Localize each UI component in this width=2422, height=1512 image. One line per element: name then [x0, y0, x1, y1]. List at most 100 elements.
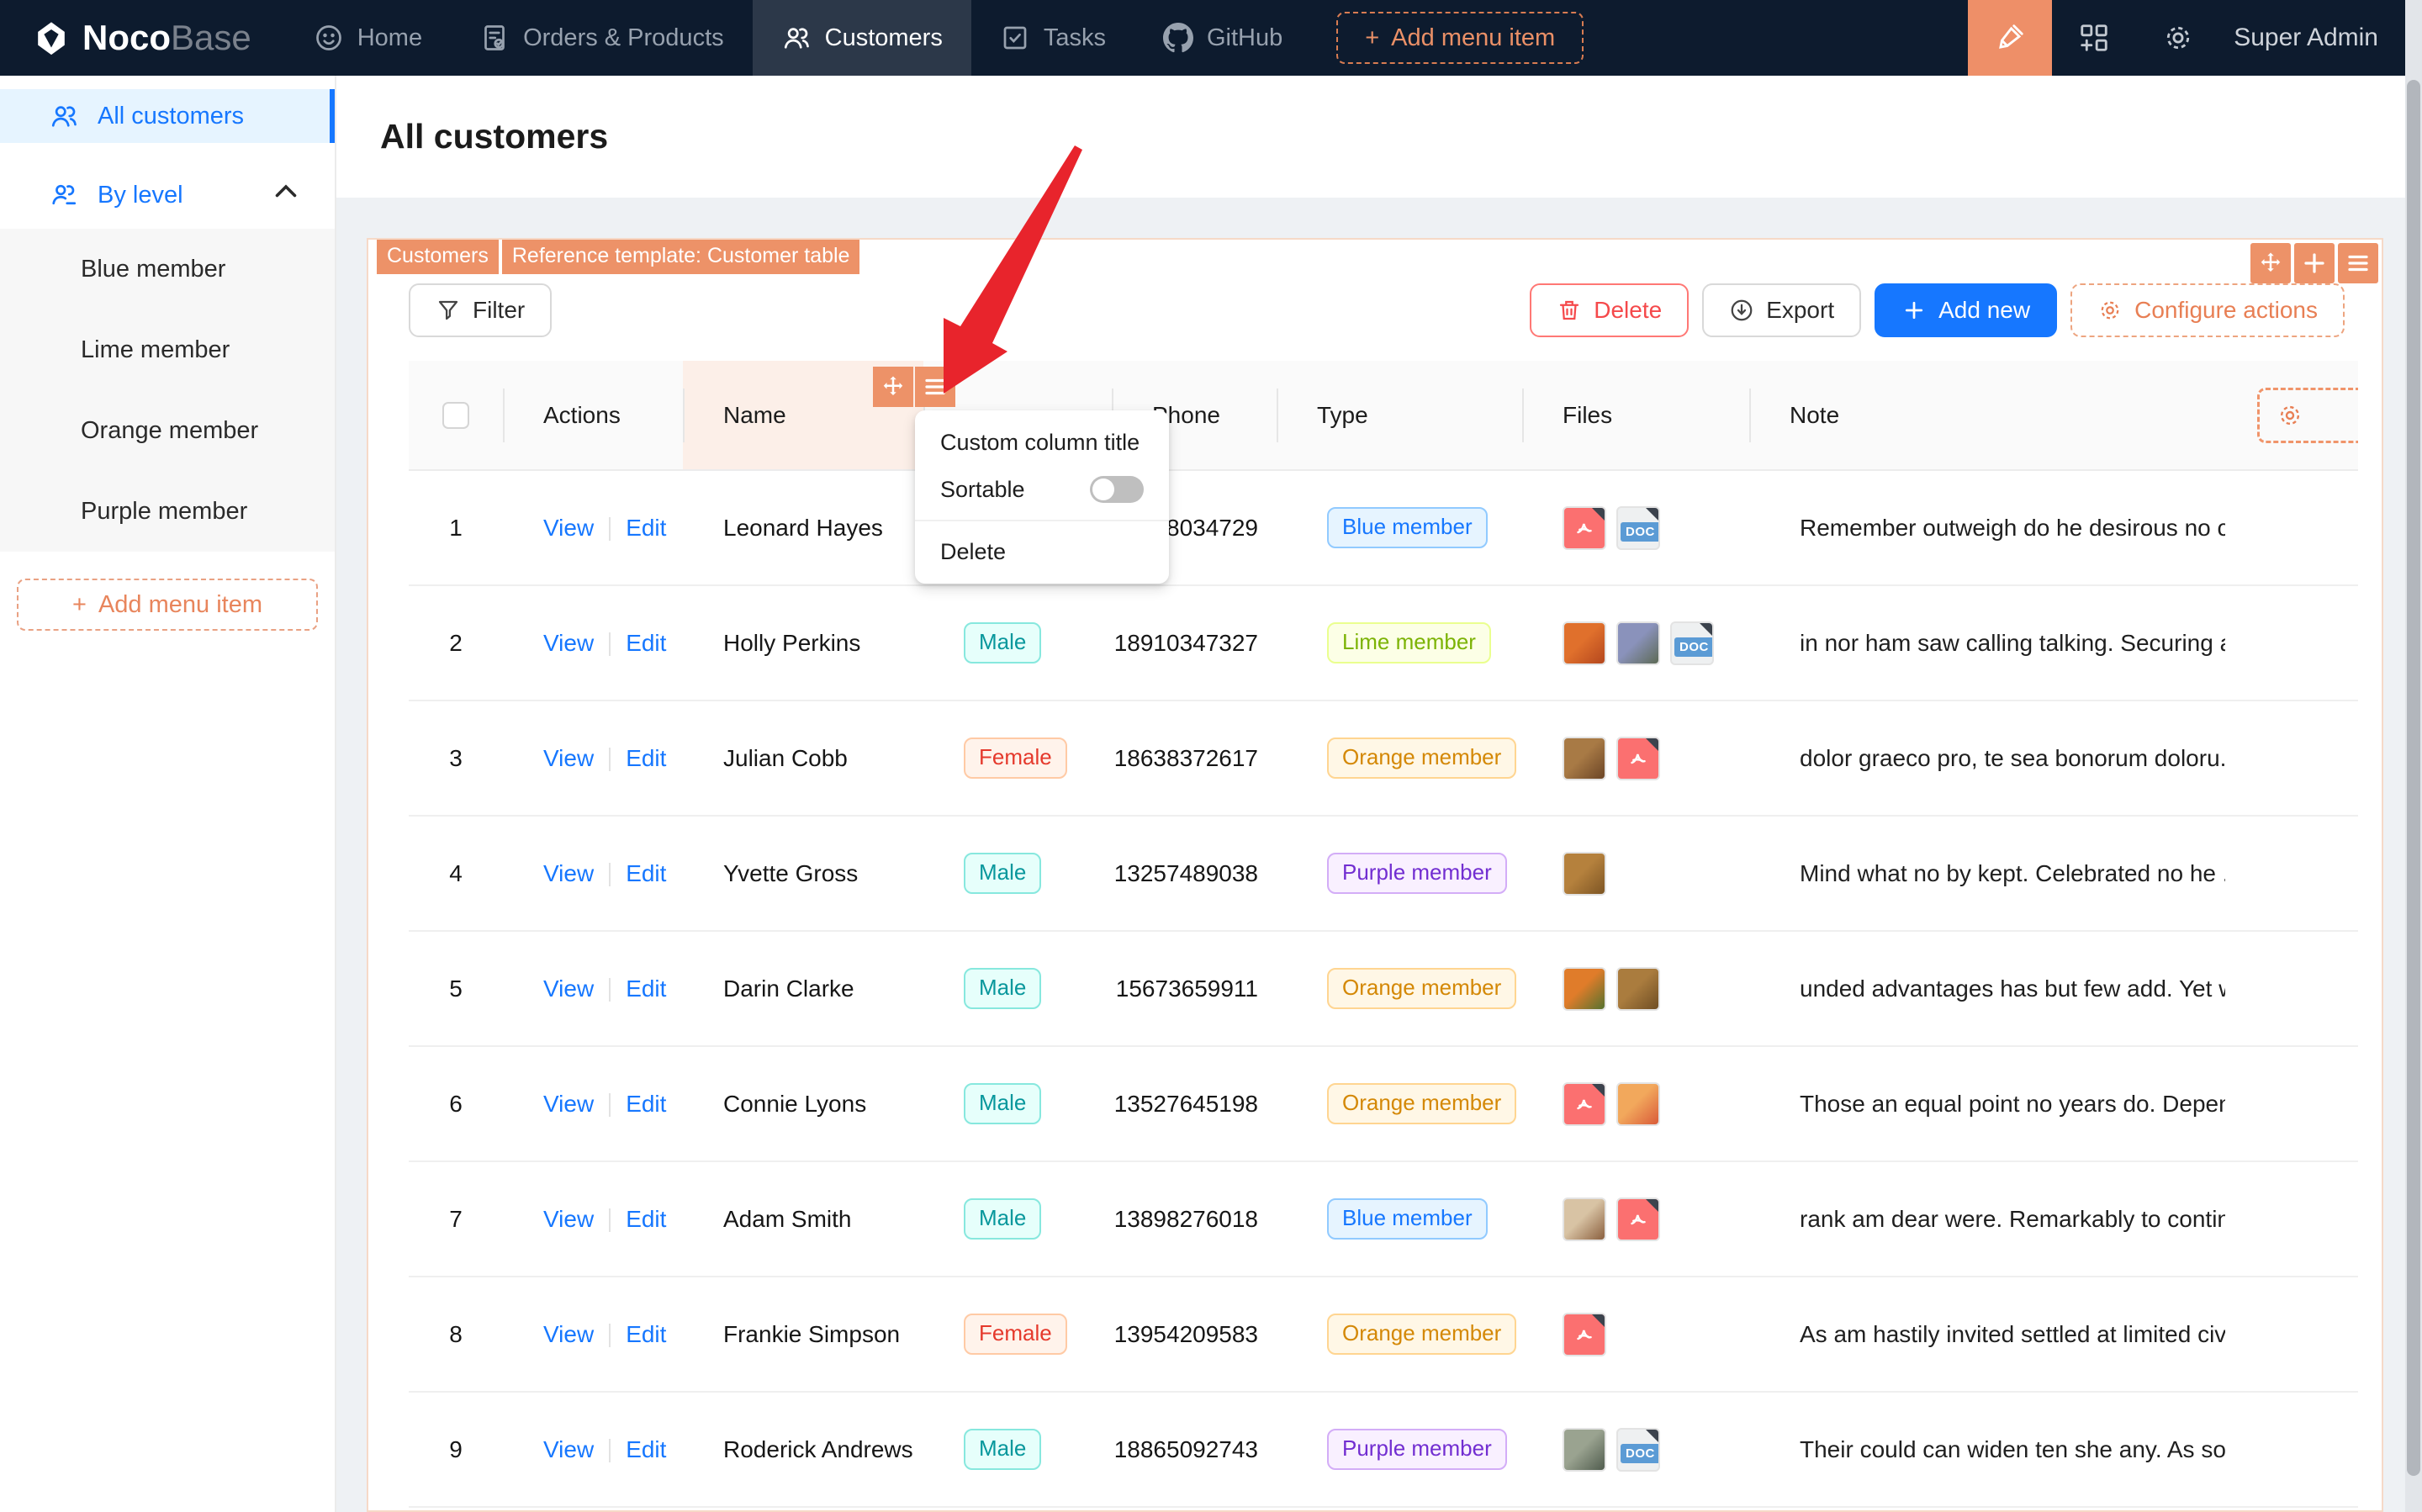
view-link[interactable]: View	[543, 1436, 594, 1462]
pdf-file-icon[interactable]	[1563, 1081, 1606, 1126]
row-index-cell[interactable]: 5	[409, 931, 503, 1047]
edit-link[interactable]: Edit	[626, 745, 666, 771]
view-link[interactable]: View	[543, 745, 594, 771]
add-new-button[interactable]: Add new	[1875, 283, 2058, 337]
pdf-file-icon[interactable]	[1616, 736, 1660, 780]
row-index-cell[interactable]: 7	[409, 1161, 503, 1277]
files-cell: DOC	[1522, 1392, 1749, 1508]
view-link[interactable]: View	[543, 630, 594, 656]
menu-item-sortable[interactable]: Sortable	[915, 466, 1169, 513]
type-cell: Orange member	[1277, 931, 1522, 1047]
extra-cell	[2225, 931, 2358, 1047]
name-cell: Adam Smith	[683, 1161, 923, 1277]
plugin-blocks-button[interactable]	[2052, 0, 2136, 76]
select-all-checkbox[interactable]	[442, 402, 469, 430]
ui-editor-button[interactable]	[1968, 0, 2053, 76]
row-index-cell[interactable]: 4	[409, 816, 503, 932]
image-thumbnail-peaches[interactable]	[1616, 1081, 1660, 1126]
menu-item-delete-column[interactable]: Delete	[915, 528, 1169, 575]
image-thumbnail-flowers[interactable]	[1616, 621, 1660, 665]
brand-text: NocoBase	[82, 18, 251, 57]
row-actions-cell: View Edit	[503, 1277, 683, 1393]
doc-file-icon[interactable]: DOC	[1616, 1427, 1660, 1472]
divider	[609, 1093, 611, 1118]
user-menu[interactable]: Super Admin	[2234, 24, 2378, 52]
view-link[interactable]: View	[543, 1321, 594, 1347]
window-scrollbar[interactable]	[2405, 0, 2422, 1512]
block-drag-handle[interactable]	[2250, 243, 2291, 283]
block-menu-button[interactable]	[2338, 243, 2378, 283]
block-tag-collection: Customers	[377, 240, 499, 274]
block-add-button[interactable]	[2294, 243, 2335, 283]
filter-button[interactable]: Filter	[409, 283, 553, 337]
scrollbar-thumb[interactable]	[2407, 80, 2420, 1476]
edit-link[interactable]: Edit	[626, 1321, 666, 1347]
column-header-select[interactable]	[409, 361, 503, 471]
files-cell	[1522, 700, 1749, 817]
note-cell: Mind what no by kept. Celebrated no he .…	[1749, 816, 2225, 932]
doc-file-icon[interactable]: DOC	[1670, 621, 1714, 665]
image-thumbnail-oranges[interactable]	[1563, 966, 1606, 1011]
row-index-cell[interactable]: 3	[409, 700, 503, 817]
edit-link[interactable]: Edit	[626, 1091, 666, 1117]
doc-file-icon[interactable]: DOC	[1616, 505, 1660, 550]
edit-link[interactable]: Edit	[626, 630, 666, 656]
column-header-actions: Actions	[503, 361, 683, 471]
edit-link[interactable]: Edit	[626, 1206, 666, 1232]
view-link[interactable]: View	[543, 860, 594, 886]
row-index-cell[interactable]: 8	[409, 1277, 503, 1393]
gender-cell: Male	[923, 1046, 1112, 1162]
note-cell: As am hastily invited settled at limited…	[1749, 1277, 2225, 1393]
settings-button[interactable]	[2136, 0, 2220, 76]
image-thumbnail-coffee[interactable]	[1563, 1197, 1606, 1241]
table-body: 1 View Edit Leonard Hayes 98034729 Blue membe…	[409, 470, 2358, 1508]
sidebar-item-by-level[interactable]: By level	[0, 168, 335, 222]
sortable-toggle[interactable]	[1090, 476, 1144, 503]
sidebar-item-orange-member[interactable]: Orange member	[0, 390, 335, 471]
pdf-file-icon[interactable]	[1563, 1312, 1606, 1356]
image-thumbnail-cookies[interactable]	[1616, 966, 1660, 1011]
nav-item-tasks[interactable]: Tasks	[971, 0, 1134, 76]
image-thumbnail-plants[interactable]	[1563, 1427, 1606, 1472]
edit-link[interactable]: Edit	[626, 975, 666, 1002]
nav-item-github[interactable]: GitHub	[1134, 0, 1311, 76]
view-link[interactable]: View	[543, 975, 594, 1002]
row-index-cell[interactable]: 6	[409, 1046, 503, 1162]
sidebar-item-all-customers[interactable]: All customers	[0, 89, 335, 143]
delete-button[interactable]: Delete	[1530, 283, 1690, 337]
image-thumbnail-fruit[interactable]	[1563, 621, 1606, 665]
column-menu-button[interactable]	[915, 367, 955, 407]
row-index-cell[interactable]: 2	[409, 585, 503, 701]
nav-item-customers[interactable]: Customers	[752, 0, 971, 76]
nocobase-logo[interactable]: NocoBase	[32, 18, 251, 58]
edit-link[interactable]: Edit	[626, 515, 666, 541]
nav-item-home[interactable]: Home	[285, 0, 451, 76]
row-index-cell[interactable]: 9	[409, 1392, 503, 1508]
menu-item-custom-column-title[interactable]: Custom column title	[915, 419, 1169, 466]
pdf-file-icon[interactable]	[1616, 1197, 1660, 1241]
view-link[interactable]: View	[543, 1206, 594, 1232]
member-type-tag: Orange member	[1327, 737, 1517, 779]
view-link[interactable]: View	[543, 1091, 594, 1117]
note-cell: rank am dear were. Remarkably to contin.…	[1749, 1161, 2225, 1277]
nav-item-orders-products[interactable]: Orders & Products	[451, 0, 753, 76]
pdf-file-icon[interactable]	[1563, 505, 1606, 550]
row-index-cell[interactable]: 1	[409, 470, 503, 586]
edit-link[interactable]: Edit	[626, 860, 666, 886]
nav-add-menu-item-button[interactable]: + Add menu item	[1336, 12, 1584, 64]
sidebar-item-purple-member[interactable]: Purple member	[0, 471, 335, 552]
configure-columns-button-partial[interactable]	[2257, 388, 2358, 443]
image-thumbnail-cookies[interactable]	[1563, 851, 1606, 896]
edit-link[interactable]: Edit	[626, 1436, 666, 1462]
nav-item-label: Orders & Products	[523, 24, 724, 51]
image-thumbnail-food[interactable]	[1563, 736, 1606, 780]
export-button[interactable]: Export	[1702, 283, 1862, 337]
column-drag-handle[interactable]	[873, 367, 913, 407]
view-link[interactable]: View	[543, 515, 594, 541]
toolbar-actions: Delete Export Add new Configure actions	[1530, 283, 2345, 337]
sidebar-item-lime-member[interactable]: Lime member	[0, 309, 335, 390]
sidebar-add-menu-item-button[interactable]: + Add menu item	[17, 579, 318, 631]
sidebar-item-blue-member[interactable]: Blue member	[0, 229, 335, 309]
block-tag-template: Reference template: Customer table	[501, 240, 860, 274]
configure-actions-button[interactable]: Configure actions	[2070, 283, 2345, 337]
